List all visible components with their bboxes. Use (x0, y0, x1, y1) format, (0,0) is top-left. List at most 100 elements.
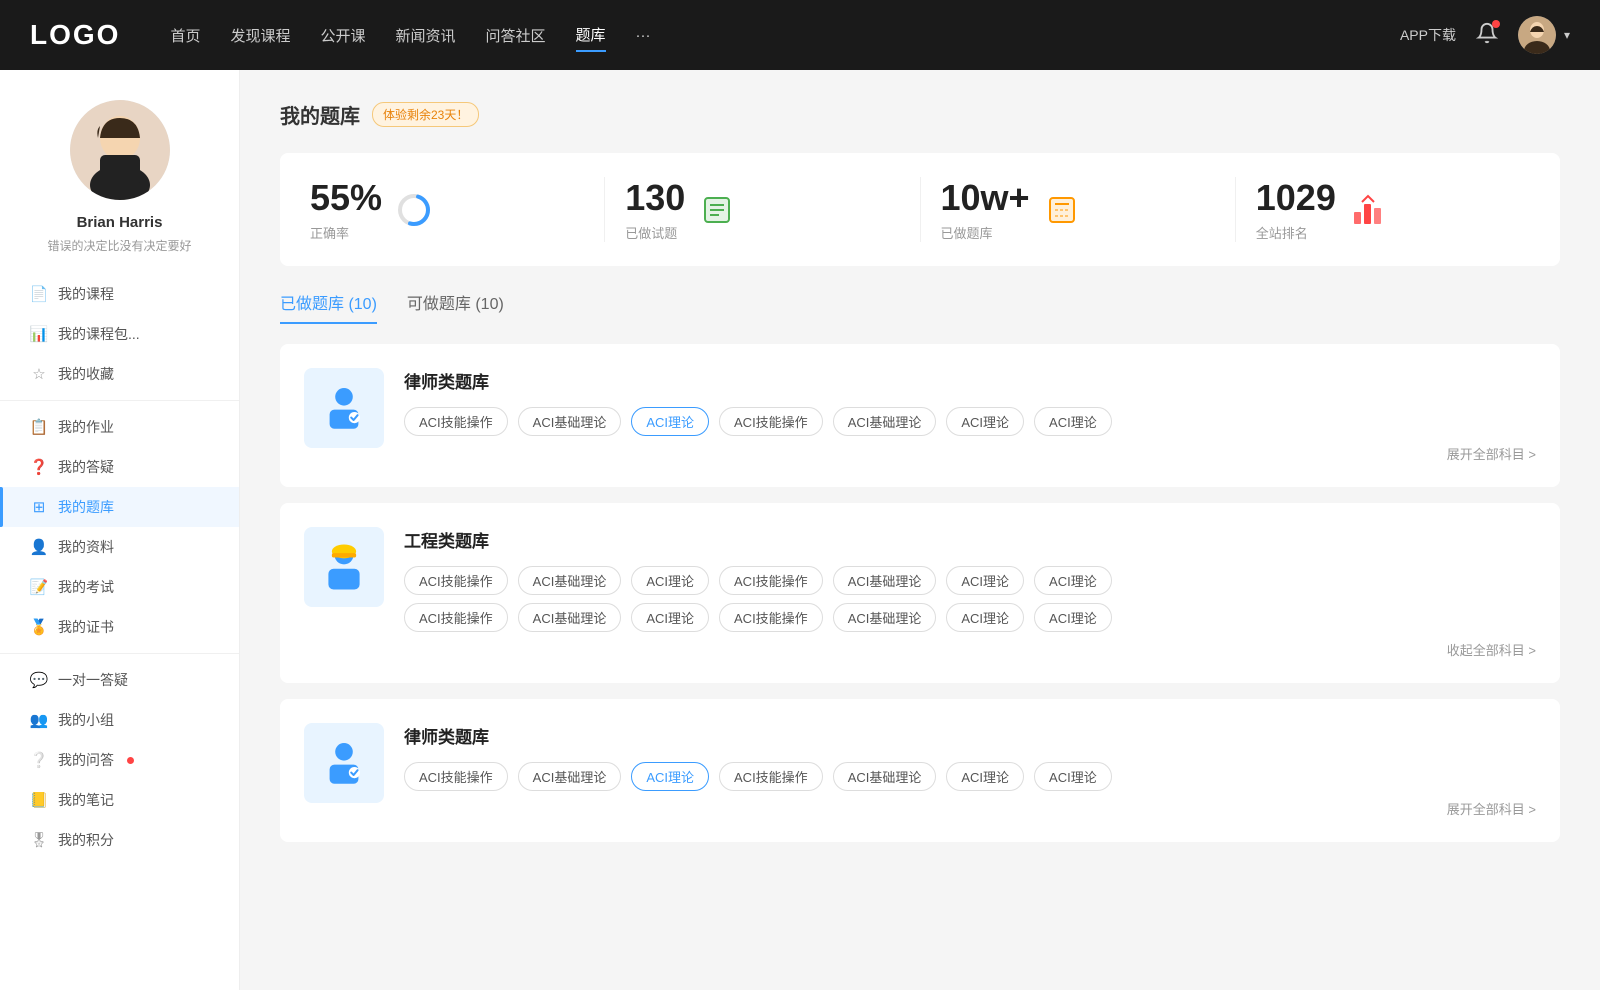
subject-card-lawyer-1: 律师类题库 ACI技能操作 ACI基础理论 ACI理论 ACI技能操作 ACI基… (280, 344, 1560, 487)
tag[interactable]: ACI技能操作 (719, 762, 823, 791)
nav-home[interactable]: 首页 (170, 20, 200, 51)
tag[interactable]: ACI技能操作 (404, 566, 508, 595)
tag[interactable]: ACI理论 (1034, 603, 1112, 632)
navbar: LOGO 首页 发现课程 公开课 新闻资讯 问答社区 题库 ··· APP下载 (0, 0, 1600, 70)
trial-badge: 体验剩余23天！ (372, 102, 479, 127)
tag[interactable]: ACI技能操作 (719, 603, 823, 632)
stat-accuracy: 55% 正确率 (310, 177, 605, 242)
tag[interactable]: ACI技能操作 (719, 407, 823, 436)
tag[interactable]: ACI理论 (1034, 762, 1112, 791)
sidebar-item-my-course[interactable]: 📄 我的课程 (0, 274, 239, 314)
stat-done-questions-value: 130 已做试题 (625, 177, 685, 242)
sidebar-item-group[interactable]: 👥 我的小组 (0, 700, 239, 740)
nav-news[interactable]: 新闻资讯 (396, 20, 456, 51)
tag-highlighted[interactable]: ACI理论 (631, 762, 709, 791)
nav-open-course[interactable]: 公开课 (320, 20, 365, 51)
lawyer-title-2: 律师类题库 (404, 723, 1536, 748)
tag[interactable]: ACI技能操作 (404, 603, 508, 632)
tag[interactable]: ACI技能操作 (404, 762, 508, 791)
logo[interactable]: LOGO (30, 19, 120, 51)
subject-card-lawyer-2: 律师类题库 ACI技能操作 ACI基础理论 ACI理论 ACI技能操作 ACI基… (280, 699, 1560, 842)
notification-bell[interactable] (1476, 22, 1498, 49)
tag[interactable]: ACI理论 (946, 566, 1024, 595)
tag[interactable]: ACI技能操作 (404, 407, 508, 436)
sidebar-label-exam: 我的考试 (58, 577, 114, 597)
exam-icon: 📝 (30, 578, 48, 596)
tag[interactable]: ACI基础理论 (833, 603, 937, 632)
tag[interactable]: ACI基础理论 (518, 407, 622, 436)
nav-question-bank[interactable]: 题库 (576, 19, 606, 52)
sidebar-label-qa: 我的答疑 (58, 457, 114, 477)
sidebar-item-tutoring[interactable]: 💬 一对一答疑 (0, 660, 239, 700)
engineer-subject-body: 工程类题库 ACI技能操作 ACI基础理论 ACI理论 ACI技能操作 ACI基… (404, 527, 1536, 659)
cert-icon: 🏅 (30, 618, 48, 636)
grid-icon: ⊞ (30, 498, 48, 516)
stat-rank: 1029 全站排名 (1256, 177, 1530, 242)
sidebar-item-cert[interactable]: 🏅 我的证书 (0, 607, 239, 647)
app-download-link[interactable]: APP下载 (1400, 25, 1456, 45)
sidebar-item-qa[interactable]: ❓ 我的答疑 (0, 447, 239, 487)
lawyer-title-1: 律师类题库 (404, 368, 1536, 393)
tabs-row: 已做题库 (10) 可做题库 (10) (280, 290, 1560, 324)
sidebar-item-homework[interactable]: 📋 我的作业 (0, 407, 239, 447)
lawyer-subject-body-1: 律师类题库 ACI技能操作 ACI基础理论 ACI理论 ACI技能操作 ACI基… (404, 368, 1536, 463)
sidebar: Brian Harris 错误的决定比没有决定要好 📄 我的课程 📊 我的课程包… (0, 70, 240, 990)
notification-dot (1492, 20, 1500, 28)
sidebar-label-profile: 我的资料 (58, 537, 114, 557)
tag[interactable]: ACI理论 (1034, 407, 1112, 436)
tab-available-banks[interactable]: 可做题库 (10) (407, 290, 504, 324)
tag[interactable]: ACI基础理论 (518, 762, 622, 791)
lawyer-tags-1: ACI技能操作 ACI基础理论 ACI理论 ACI技能操作 ACI基础理论 AC… (404, 407, 1536, 436)
sidebar-item-exam[interactable]: 📝 我的考试 (0, 567, 239, 607)
sidebar-item-course-package[interactable]: 📊 我的课程包... (0, 314, 239, 354)
tag-highlighted[interactable]: ACI理论 (631, 407, 709, 436)
user-avatar-menu[interactable]: ▾ (1518, 16, 1570, 54)
note-icon: 📒 (30, 791, 48, 809)
profile-motto: 错误的决定比没有决定要好 (27, 237, 211, 254)
medal-icon: 🎖 (30, 831, 48, 849)
tag[interactable]: ACI理论 (946, 603, 1024, 632)
engineer-tags-row2: ACI技能操作 ACI基础理论 ACI理论 ACI技能操作 ACI基础理论 AC… (404, 603, 1536, 632)
sidebar-item-question-bank[interactable]: ⊞ 我的题库 (0, 487, 239, 527)
collapse-link-engineer[interactable]: 收起全部科目 > (404, 640, 1536, 659)
nav-discover[interactable]: 发现课程 (230, 20, 290, 51)
sidebar-item-profile[interactable]: 👤 我的资料 (0, 527, 239, 567)
tag[interactable]: ACI理论 (1034, 566, 1112, 595)
sidebar-menu: 📄 我的课程 📊 我的课程包... ☆ 我的收藏 📋 我的作业 ❓ 我的答疑 ⊞ (0, 274, 239, 860)
tag[interactable]: ACI理论 (946, 762, 1024, 791)
tag[interactable]: ACI基础理论 (833, 566, 937, 595)
page-title: 我的题库 (280, 100, 360, 129)
tag[interactable]: ACI理论 (631, 566, 709, 595)
sidebar-item-notes[interactable]: 📒 我的笔记 (0, 780, 239, 820)
expand-link-1[interactable]: 展开全部科目 > (404, 444, 1536, 463)
sidebar-item-favorites[interactable]: ☆ 我的收藏 (0, 354, 239, 394)
sidebar-item-points[interactable]: 🎖 我的积分 (0, 820, 239, 860)
homework-icon: 📋 (30, 418, 48, 436)
page-wrapper: Brian Harris 错误的决定比没有决定要好 📄 我的课程 📊 我的课程包… (0, 70, 1600, 990)
sidebar-item-my-qa[interactable]: ❔ 我的问答 (0, 740, 239, 780)
divider-1 (0, 400, 239, 401)
navbar-right: APP下载 ▾ (1400, 16, 1570, 54)
expand-link-2[interactable]: 展开全部科目 > (404, 799, 1536, 818)
tab-done-banks[interactable]: 已做题库 (10) (280, 290, 377, 324)
tag[interactable]: ACI基础理论 (833, 407, 937, 436)
nav-qa[interactable]: 问答社区 (486, 20, 546, 51)
nav-more[interactable]: ··· (636, 22, 651, 49)
tag[interactable]: ACI理论 (946, 407, 1024, 436)
tag[interactable]: ACI基础理论 (518, 603, 622, 632)
profile-avatar (70, 100, 170, 200)
lawyer-subject-body-2: 律师类题库 ACI技能操作 ACI基础理论 ACI理论 ACI技能操作 ACI基… (404, 723, 1536, 818)
tag[interactable]: ACI技能操作 (719, 566, 823, 595)
sidebar-label-cert: 我的证书 (58, 617, 114, 637)
tag[interactable]: ACI理论 (631, 603, 709, 632)
sidebar-label-group: 我的小组 (58, 710, 114, 730)
tag[interactable]: ACI基础理论 (518, 566, 622, 595)
accuracy-chart-icon (396, 192, 432, 228)
star-icon: ☆ (30, 365, 48, 383)
stat-accuracy-value: 55% 正确率 (310, 177, 382, 242)
lawyer-icon-wrap-1 (304, 368, 384, 448)
sidebar-label-notes: 我的笔记 (58, 790, 114, 810)
page-header: 我的题库 体验剩余23天！ (280, 100, 1560, 129)
tag[interactable]: ACI基础理论 (833, 762, 937, 791)
engineer-icon-wrap (304, 527, 384, 607)
